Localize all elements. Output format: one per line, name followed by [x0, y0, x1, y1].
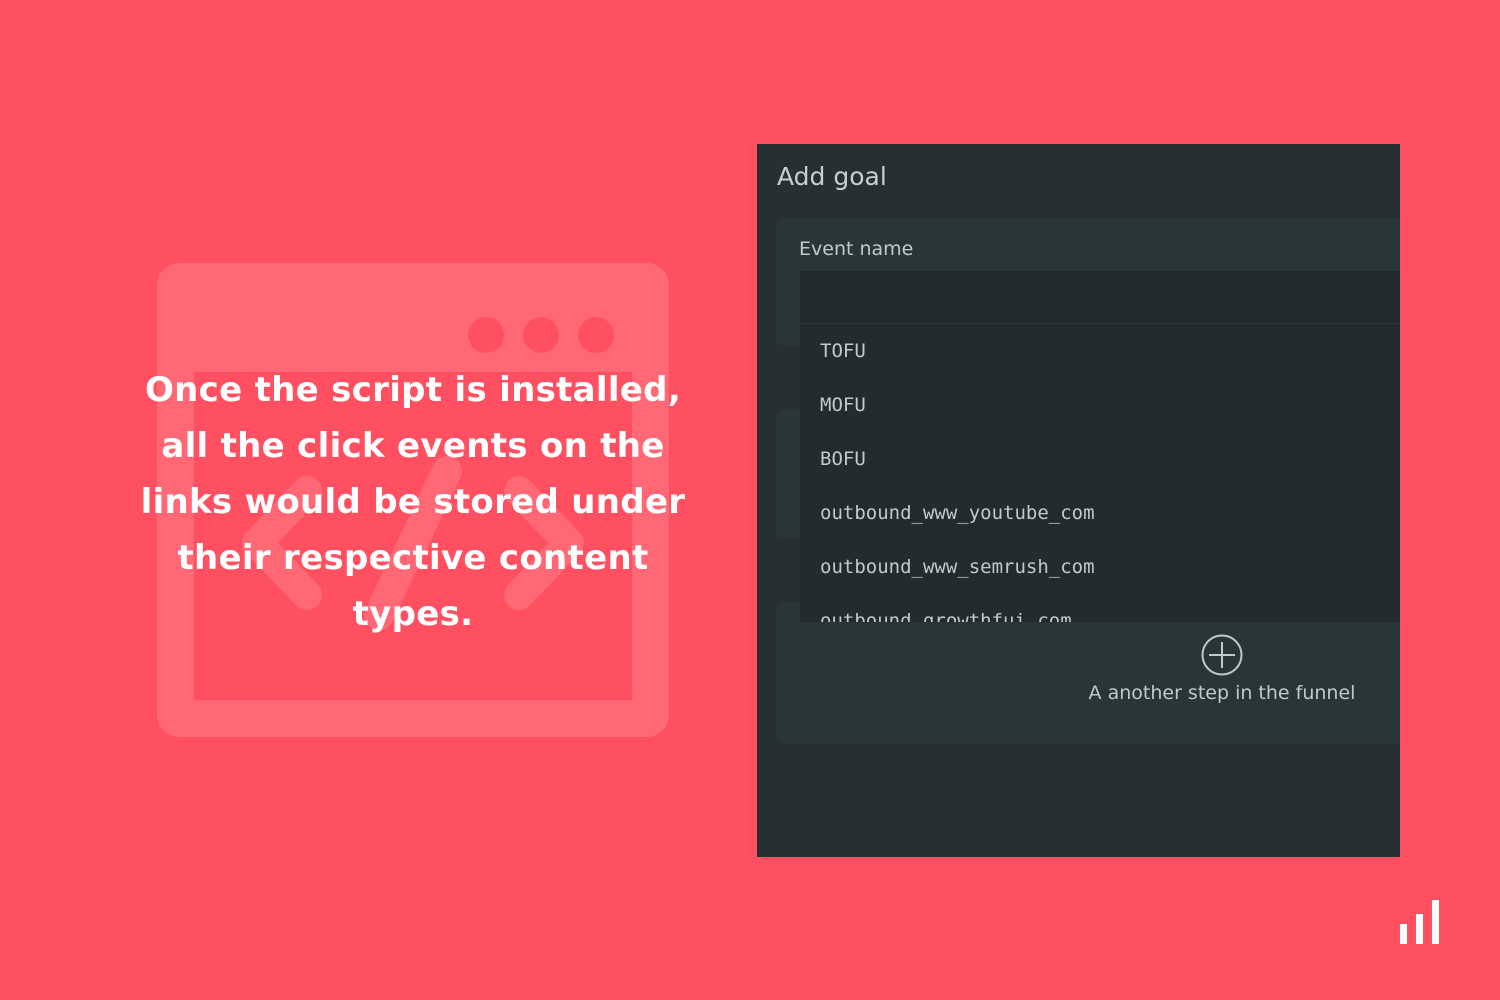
bar-chart-logo-icon — [1400, 900, 1439, 944]
add-step-button[interactable]: A another step in the funnel — [1057, 634, 1387, 724]
event-name-label: Event name — [799, 238, 914, 260]
dropdown-option-mofu[interactable]: MOFU — [800, 378, 1400, 432]
dropdown-option-semrush[interactable]: outbound_www_semrush_com — [800, 540, 1400, 594]
event-dropdown[interactable]: TOFU MOFU BOFU outbound_www_youtube_com … — [800, 324, 1400, 622]
plus-circle-icon — [1201, 634, 1243, 676]
panel-footer — [757, 766, 1400, 857]
event-name-input[interactable] — [800, 271, 1400, 323]
add-goal-panel: Add goal Event name TOFU MOFU BOFU outbo… — [757, 144, 1400, 857]
dropdown-option-bofu[interactable]: BOFU — [800, 432, 1400, 486]
headline: Once the script is installed, all the cl… — [140, 370, 686, 634]
dropdown-option-growthfui[interactable]: outbound_growthfui_com — [800, 594, 1400, 622]
dropdown-option-tofu[interactable]: TOFU — [800, 324, 1400, 378]
add-step-label: A another step in the funnel — [1088, 682, 1356, 704]
dropdown-option-youtube[interactable]: outbound_www_youtube_com — [800, 486, 1400, 540]
panel-title: Add goal — [777, 162, 887, 191]
